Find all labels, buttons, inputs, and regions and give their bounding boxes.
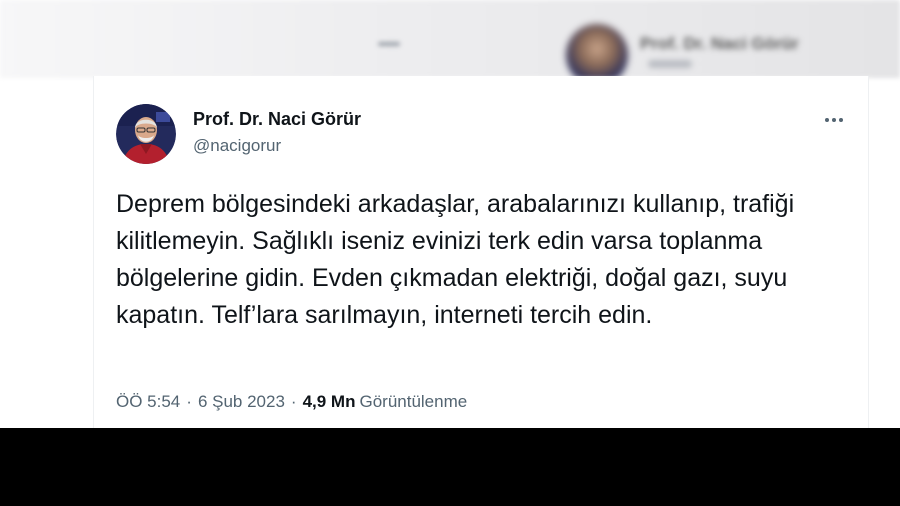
- black-letterbox-bar: [0, 428, 900, 506]
- author-name[interactable]: Prof. Dr. Naci Görür: [193, 109, 361, 130]
- blurred-background-header: Prof. Dr. Naci Görür: [0, 0, 900, 78]
- profile-photo-icon: [116, 104, 176, 164]
- more-options-button[interactable]: [820, 110, 848, 130]
- blurred-avatar: [566, 24, 628, 78]
- meta-separator: ·: [290, 392, 297, 411]
- tweet-time[interactable]: ÖÖ 5:54: [116, 392, 180, 412]
- author-handle[interactable]: @nacigorur: [193, 136, 281, 156]
- more-horizontal-icon: [825, 118, 829, 122]
- tweet-meta: ÖÖ 5:54 · 6 Şub 2023 · 4,9 Mn Görüntülen…: [116, 392, 467, 412]
- blurred-author-name: Prof. Dr. Naci Görür: [640, 34, 799, 53]
- tweet-card: Prof. Dr. Naci Görür @nacigorur Deprem b…: [93, 76, 869, 428]
- views-count: 4,9 Mn: [302, 392, 356, 411]
- blurred-author-handle: [648, 60, 692, 68]
- views-label: Görüntülenme: [359, 392, 468, 411]
- more-horizontal-icon: [832, 118, 836, 122]
- meta-separator: ·: [186, 392, 192, 411]
- author-avatar[interactable]: [116, 104, 176, 164]
- more-horizontal-icon: [839, 118, 843, 122]
- tweet-date[interactable]: 6 Şub 2023: [198, 392, 285, 412]
- blurred-dash: [378, 42, 400, 46]
- screenshot-stage: Prof. Dr. Naci Görür Prof. Dr. Naci Görü…: [0, 0, 900, 506]
- tweet-text: Deprem bölgesindeki arkadaşlar, arabalar…: [116, 190, 795, 329]
